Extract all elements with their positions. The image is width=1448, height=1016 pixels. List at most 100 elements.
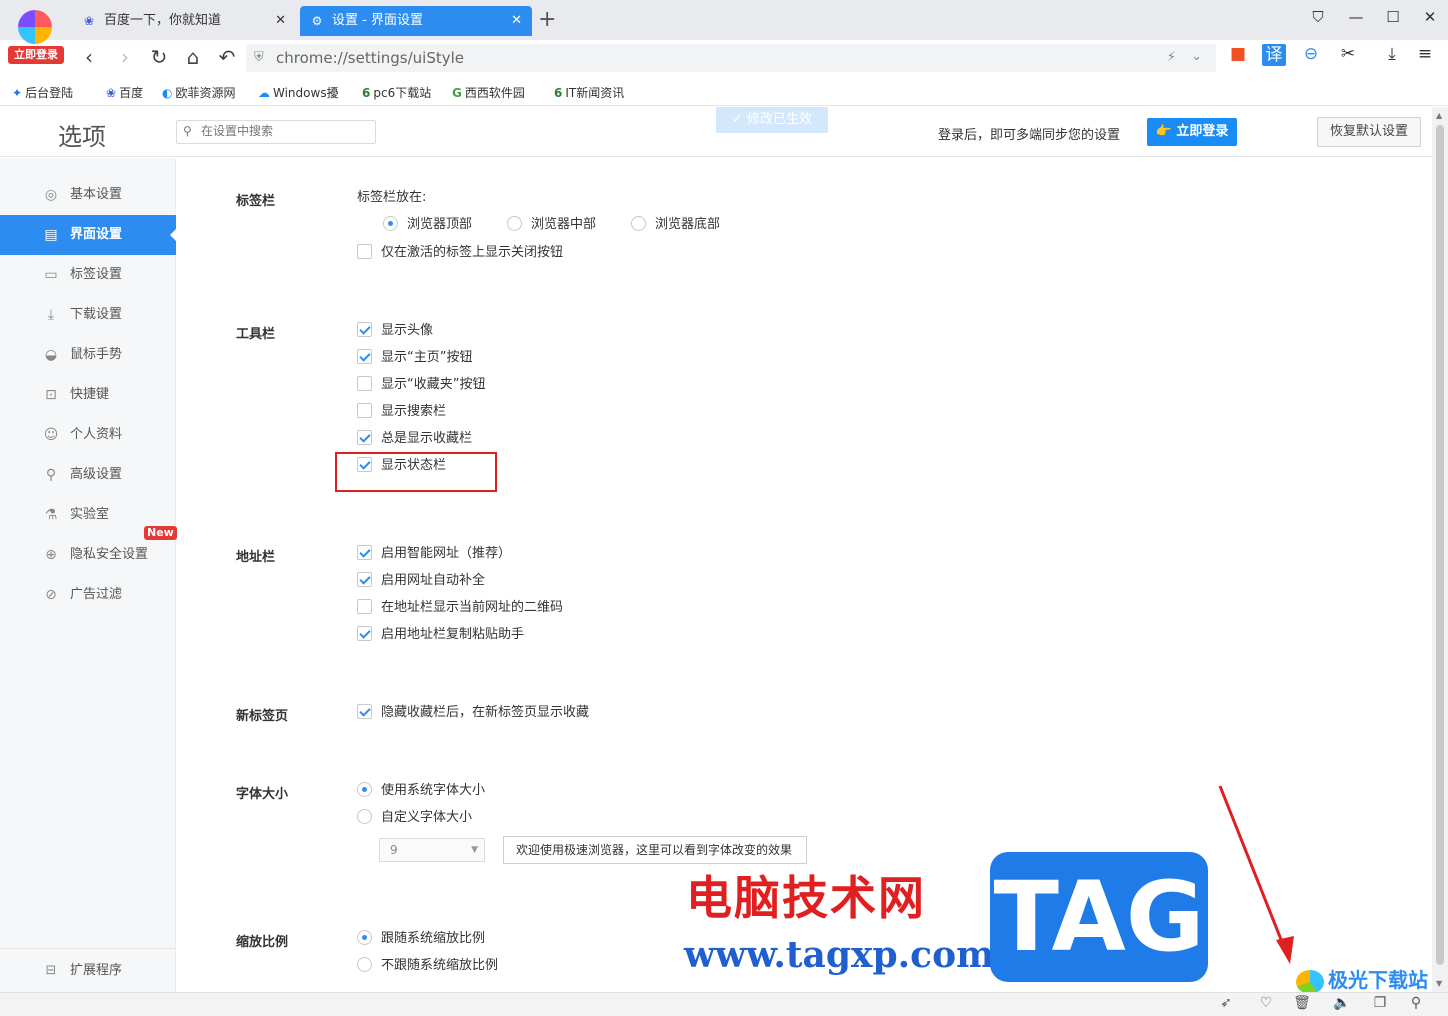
vertical-scrollbar[interactable]: ▲ ▼ [1432, 107, 1448, 992]
checkbox-indicator [357, 430, 372, 445]
bookmark-icon: 6 [554, 86, 563, 100]
sidebar-item-label: 鼠标手势 [70, 347, 123, 362]
address-bar[interactable]: ⛨ chrome://settings/uiStyle ⚡ ⌄ [246, 44, 1216, 72]
checkbox-newtab-favorites[interactable]: 隐藏收藏栏后，在新标签页显示收藏 [357, 703, 589, 723]
watermark-jiguang: 极光下载站 [1296, 964, 1428, 994]
sidebar-item-tabs[interactable]: ▭ 标签设置 [0, 255, 176, 295]
menu-icon[interactable]: ≡ [1413, 44, 1437, 64]
home-button[interactable]: ⌂ [180, 44, 206, 70]
chevron-down-icon[interactable]: ⌄ [1191, 49, 1202, 64]
radio-tabbar-top[interactable]: 浏览器顶部 [383, 215, 472, 235]
bookmark-item[interactable]: ☁ Windows擾 [258, 84, 339, 101]
scissors-icon[interactable]: ✂ [1336, 44, 1360, 64]
bookmark-item[interactable]: G 西西软件园 [452, 84, 525, 101]
scroll-down-icon[interactable]: ▼ [1436, 979, 1442, 988]
close-icon[interactable]: ✕ [511, 6, 522, 36]
close-window-button[interactable]: ✕ [1418, 8, 1442, 26]
sidebar-item-ui[interactable]: ▤ 界面设置 [0, 215, 176, 255]
translate-icon[interactable]: 译 [1262, 44, 1286, 66]
font-size-select[interactable]: 9 ▼ [379, 838, 485, 862]
close-icon[interactable]: ✕ [275, 6, 286, 36]
reset-defaults-button[interactable]: 恢复默认设置 [1317, 117, 1421, 147]
bookmark-item[interactable]: ◐ 欧菲资源网 [162, 84, 236, 101]
sidebar-item-basic[interactable]: ◎ 基本设置 [0, 175, 176, 215]
radio-custom-font[interactable]: 自定义字体大小 [357, 808, 472, 828]
reload-button[interactable]: ↻ [146, 44, 172, 70]
sidebar-item-download[interactable]: ⤓ 下载设置 [0, 295, 176, 335]
checkbox-show-searchbar[interactable]: 显示搜索栏 [357, 402, 446, 422]
radio-no-follow-zoom[interactable]: 不跟随系统缩放比例 [357, 956, 498, 976]
sidebar-item-advanced[interactable]: ⚲ 高级设置 [0, 455, 176, 495]
radio-tabbar-middle[interactable]: 浏览器中部 [507, 215, 596, 235]
radio-label: 浏览器顶部 [407, 217, 473, 232]
bookmark-item[interactable]: ❀ 百度 [106, 84, 143, 101]
adblock-icon[interactable]: ⊖ [1299, 44, 1323, 64]
section-title-tabbar: 标签栏 [236, 194, 276, 209]
new-tab-button[interactable]: + [538, 6, 556, 34]
sidebar-item-label: 高级设置 [70, 467, 123, 482]
maximize-button[interactable]: ☐ [1381, 8, 1405, 26]
flask-icon: ⚗ [44, 507, 58, 523]
login-badge[interactable]: 立即登录 [8, 46, 64, 64]
checkbox-label: 总是显示收藏栏 [381, 431, 473, 446]
checkbox-label: 显示头像 [381, 323, 434, 338]
bookmark-icon: G [452, 86, 462, 100]
checkbox-indicator [357, 704, 372, 719]
sync-text: 登录后，即可多端同步您的设置 [938, 128, 1121, 143]
checkbox-indicator [357, 376, 372, 391]
radio-system-font[interactable]: 使用系统字体大小 [357, 781, 485, 801]
checkbox-paste-helper[interactable]: 启用地址栏复制粘贴助手 [357, 625, 524, 645]
checkbox-show-home[interactable]: 显示“主页”按钮 [357, 348, 472, 368]
undo-close-button[interactable]: ↶ [214, 44, 240, 70]
tab-title: 设置 - 界面设置 [332, 13, 423, 28]
sidebar-item-gesture[interactable]: ◒ 鼠标手势 [0, 335, 176, 375]
address-url[interactable]: chrome://settings/uiStyle [276, 44, 464, 72]
window-icon[interactable]: ❐ [1370, 995, 1390, 1011]
settings-search[interactable]: ⚲ [176, 120, 376, 144]
zoom-icon[interactable]: ⚲ [1406, 995, 1426, 1011]
sidebar-item-profile[interactable]: ☺ 个人资料 [0, 415, 176, 455]
radio-follow-zoom[interactable]: 跟随系统缩放比例 [357, 929, 485, 949]
lightning-icon[interactable]: ⚡ [1167, 50, 1176, 65]
checkbox-label: 显示“主页”按钮 [381, 350, 473, 365]
scrollbar-thumb[interactable] [1436, 125, 1444, 965]
checkbox-show-avatar[interactable]: 显示头像 [357, 321, 433, 341]
checkbox-close-on-active[interactable]: 仅在激活的标签上显示关闭按钮 [357, 243, 563, 263]
login-button[interactable]: 👉 立即登录 [1147, 118, 1237, 146]
checkbox-qr-code[interactable]: 在地址栏显示当前网址的二维码 [357, 598, 563, 618]
checkbox-smart-url[interactable]: 启用智能网址（推荐） [357, 544, 511, 564]
tab-baidu[interactable]: ❀ 百度一下，你就知道 ✕ [72, 6, 296, 36]
search-input[interactable] [201, 124, 371, 138]
trash-icon[interactable]: 🗑 [1292, 995, 1312, 1011]
bookmark-item[interactable]: 6 pc6下载站 [362, 84, 431, 101]
sidebar-item-adblock[interactable]: ⊘ 广告过滤 [0, 575, 176, 615]
bookmark-item[interactable]: 6 IT新闻资讯 [554, 84, 624, 101]
checkbox-label: 在地址栏显示当前网址的二维码 [381, 600, 564, 615]
radio-indicator [357, 957, 372, 972]
skin-icon[interactable]: ⛉ [1306, 8, 1330, 26]
saved-toast: ✓ 修改已生效 [716, 107, 828, 133]
bookmark-label: IT新闻资讯 [565, 86, 625, 100]
sidebar-item-shortcut[interactable]: ⊡ 快捷键 [0, 375, 176, 415]
checkbox-show-favorites[interactable]: 显示“收藏夹”按钮 [357, 375, 485, 395]
apps-grid-icon[interactable]: ■ [1226, 44, 1250, 64]
sidebar-item-extensions[interactable]: ⊟ 扩展程序 [0, 948, 176, 992]
heart-icon[interactable]: ♡ [1256, 995, 1276, 1011]
forward-button[interactable]: › [112, 44, 138, 70]
speaker-icon[interactable]: 🔈 [1332, 995, 1352, 1011]
checkbox-url-autocomplete[interactable]: 启用网址自动补全 [357, 571, 485, 591]
browser-logo[interactable]: 立即登录 [8, 6, 64, 64]
minimize-button[interactable]: — [1344, 8, 1368, 26]
scroll-up-icon[interactable]: ▲ [1436, 111, 1442, 120]
radio-tabbar-bottom[interactable]: 浏览器底部 [631, 215, 720, 235]
tab-settings[interactable]: ⚙ 设置 - 界面设置 ✕ [300, 6, 532, 36]
checkbox-always-bookmarks[interactable]: 总是显示收藏栏 [357, 429, 472, 449]
checkbox-indicator [357, 403, 372, 418]
rocket-icon[interactable]: ➶ [1216, 995, 1236, 1011]
bookmark-item[interactable]: ✦ 后台登陆 [12, 84, 73, 101]
sidebar-item-privacy[interactable]: ⊕ 隐私安全设置 [0, 535, 176, 575]
back-button[interactable]: ‹ [76, 44, 102, 70]
checkbox-label: 仅在激活的标签上显示关闭按钮 [381, 245, 564, 260]
download-icon[interactable]: ⤓ [1380, 44, 1404, 64]
sidebar-item-label: 下载设置 [70, 307, 123, 322]
